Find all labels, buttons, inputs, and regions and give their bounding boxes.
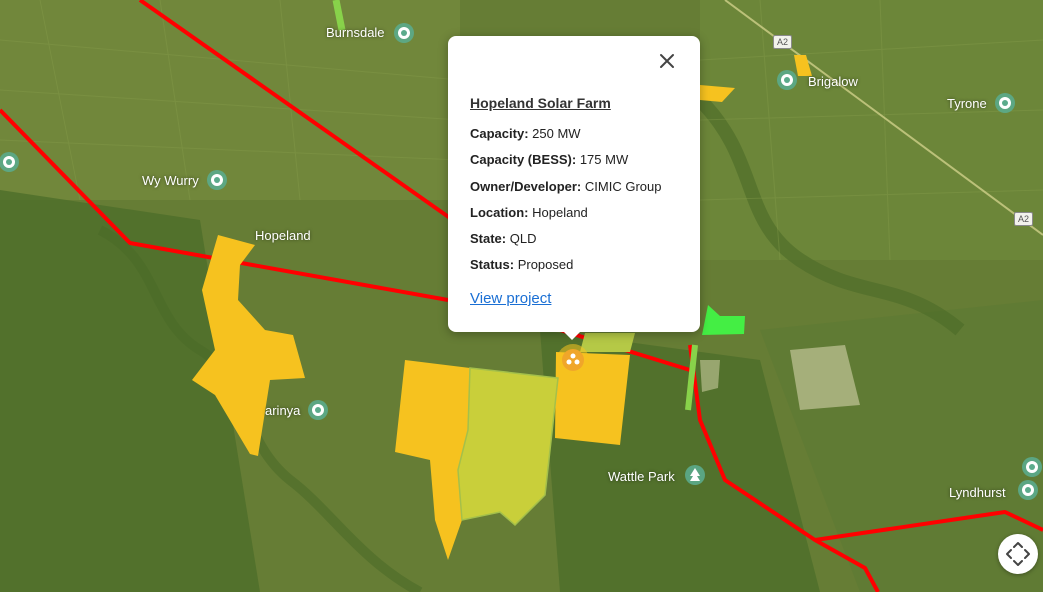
field-value: 175 MW [579, 152, 629, 167]
field-label: Status: [470, 257, 515, 272]
place-pin-icon[interactable] [993, 91, 1017, 115]
place-label-burnsdale: Burnsdale [326, 25, 385, 40]
place-pin-icon[interactable] [0, 150, 21, 174]
popup-field-status: Status: Proposed [470, 257, 573, 272]
field-value: CIMIC Group [584, 179, 662, 194]
road-shield-a2: A2 [1014, 212, 1034, 226]
popup-field-location: Location: Hopeland [470, 205, 588, 220]
field-value: 250 MW [532, 126, 581, 141]
place-label-hopeland: Hopeland [255, 228, 311, 243]
place-label-wattle-park: Wattle Park [608, 469, 675, 484]
popup-field-state: State: QLD [470, 231, 536, 246]
field-value: Proposed [517, 257, 574, 272]
field-label: Capacity (BESS): [470, 152, 577, 167]
popup-field-capacity-bess: Capacity (BESS): 175 MW [470, 152, 628, 167]
place-pin-icon[interactable] [205, 168, 229, 192]
place-label-warinya: arinya [265, 403, 301, 418]
place-pin-icon[interactable] [392, 21, 416, 45]
place-label-tyrone: Tyrone [947, 96, 987, 111]
popup-pointer [562, 330, 582, 340]
place-label-lyndhurst: Lyndhurst [949, 485, 1006, 500]
field-value: QLD [509, 231, 537, 246]
move-arrows-icon [1006, 542, 1030, 566]
selected-project-marker[interactable] [557, 344, 589, 376]
place-pin-icon[interactable] [1016, 478, 1040, 502]
close-icon[interactable] [656, 50, 678, 72]
park-pin-icon[interactable] [683, 463, 707, 487]
place-pin-icon[interactable] [775, 68, 799, 92]
field-label: State: [470, 231, 507, 246]
road-shield-a2: A2 [773, 35, 793, 49]
field-label: Location: [470, 205, 529, 220]
field-value: Hopeland [532, 205, 588, 220]
popup-field-owner: Owner/Developer: CIMIC Group [470, 179, 661, 194]
field-label: Capacity: [470, 126, 529, 141]
project-polygon-green-small[interactable] [580, 333, 635, 352]
place-label-wy-wurry: Wy Wurry [142, 173, 199, 188]
project-popup: Hopeland Solar Farm Capacity: 250 MW Cap… [448, 36, 700, 332]
place-label-brigalow: Brigalow [808, 74, 858, 89]
view-project-link[interactable]: View project [470, 290, 551, 307]
place-pin-icon[interactable] [306, 398, 330, 422]
field-label: Owner/Developer: [470, 179, 582, 194]
recenter-button[interactable] [998, 534, 1038, 574]
place-pin-icon[interactable] [1020, 455, 1043, 479]
popup-title: Hopeland Solar Farm [470, 95, 611, 111]
popup-field-capacity: Capacity: 250 MW [470, 126, 581, 141]
